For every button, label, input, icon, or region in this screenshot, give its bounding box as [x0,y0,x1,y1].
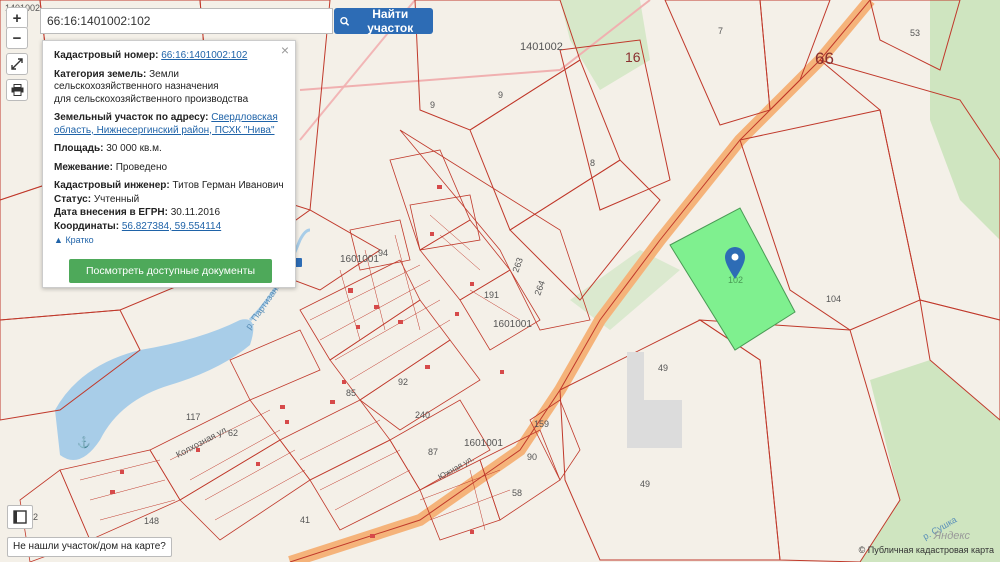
map-label: 104 [826,294,841,304]
find-parcel-button[interactable]: Найти участок [334,7,433,35]
map-label: 58 [512,488,522,498]
map-label: 8 [590,158,595,168]
coordinates-link[interactable]: 56.827384, 59.554114 [122,221,221,232]
map-label: 9 [430,100,435,110]
zoom-out-button[interactable]: − [6,27,28,49]
survey-value: Проведено [115,161,168,173]
yandex-logo: Яндекс [933,530,970,542]
map-label: 159 [534,419,549,429]
map-label: 240 [415,410,430,420]
survey-label: Межевание: [54,161,113,173]
area-value: 30 000 кв.м. [106,143,162,154]
collapse-label: Кратко [65,235,94,245]
map-label: 49 [658,363,668,373]
map-label: 1601001 [464,438,503,449]
address-label: Земельный участок по адресу: [54,112,209,123]
map-label: 1601001 [340,254,379,265]
map-label: 62 [228,428,238,438]
map-label: 1601001 [493,319,532,330]
map-label: 53 [910,28,920,38]
printer-icon [11,84,23,96]
map-label: 92 [398,377,408,387]
egrn-date-label: Дата внесения в ЕГРН: [54,207,168,218]
map-label: 49 [640,479,650,489]
expand-icon [11,58,23,70]
map-label: 87 [428,447,438,457]
cadastral-number-link[interactable]: 66:16:1401002:102 [161,50,247,61]
map-label: 148 [144,516,159,526]
map-label: 7 [718,26,723,36]
map-label: 16 [625,49,641,65]
map-label: 191 [484,290,499,300]
map-label: 9 [498,90,503,100]
map-label: 66 [815,49,834,68]
layers-button[interactable] [7,505,33,529]
map-label: 85 [346,388,356,398]
view-documents-button[interactable]: Посмотреть доступные документы [69,259,272,283]
caret-up-icon: ▲ [54,235,63,245]
attribution[interactable]: © Публичная кадастровая карта [859,545,994,555]
status-label: Статус: [54,193,92,205]
engineer-value: Титов Герман Иванович [172,180,284,191]
anchor-icon: ⚓ [77,436,91,449]
coordinates-label: Координаты: [54,220,120,232]
category-label: Категория земель: [54,68,147,80]
map-label: 94 [378,248,388,258]
fullscreen-button[interactable] [6,53,28,75]
zoom-in-button[interactable]: + [6,7,28,29]
engineer-label: Кадастровый инженер: [54,180,170,191]
map-label: 1401002 [520,41,563,53]
status-value: Учтенный [93,193,140,205]
collapse-toggle[interactable]: ▲ Кратко [54,234,284,247]
book-icon [13,510,27,524]
close-icon[interactable]: × [281,43,289,56]
egrn-date-value: 30.11.2016 [170,207,221,218]
cadastral-search-input[interactable] [40,8,333,34]
map-label: 117 [186,412,200,422]
area-label: Площадь: [54,143,104,154]
print-button[interactable] [6,79,28,101]
parcel-info-panel: × Кадастровый номер: 66:16:1401002:102 К… [42,40,296,288]
category-value-2: для сельскохозяйственного производства [54,93,249,105]
search-icon [340,16,350,26]
map-label: 90 [527,452,537,462]
not-found-button[interactable]: Не нашли участок/дом на карте? [7,537,172,557]
find-parcel-label: Найти участок [367,7,414,35]
map-label: 41 [300,515,310,525]
cadastral-number-label: Кадастровый номер: [54,50,159,61]
